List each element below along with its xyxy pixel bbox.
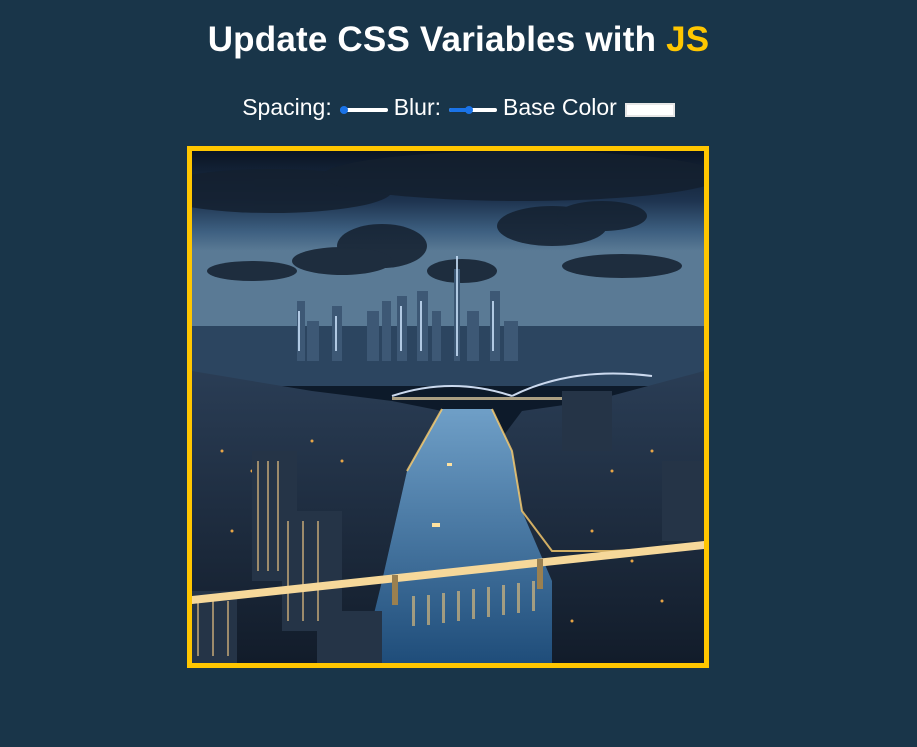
night-city-skyline-image	[192, 151, 704, 663]
blur-slider-thumb[interactable]	[465, 106, 474, 114]
spacing-slider[interactable]	[339, 104, 388, 116]
blur-slider[interactable]	[449, 104, 498, 116]
title-highlight-js: JS	[666, 20, 710, 59]
base-color-label: Base Color	[503, 94, 617, 120]
image-frame	[187, 146, 709, 668]
blur-label: Blur:	[393, 94, 442, 120]
page-title: Update CSS Variables with JS	[0, 18, 917, 62]
spacing-slider-thumb[interactable]	[339, 106, 348, 114]
base-color-picker[interactable]	[624, 103, 675, 117]
title-text: Update CSS Variables with	[207, 20, 657, 59]
spacing-label: Spacing:	[242, 94, 332, 120]
controls-bar: Spacing: Blur: Base Color	[0, 93, 917, 121]
